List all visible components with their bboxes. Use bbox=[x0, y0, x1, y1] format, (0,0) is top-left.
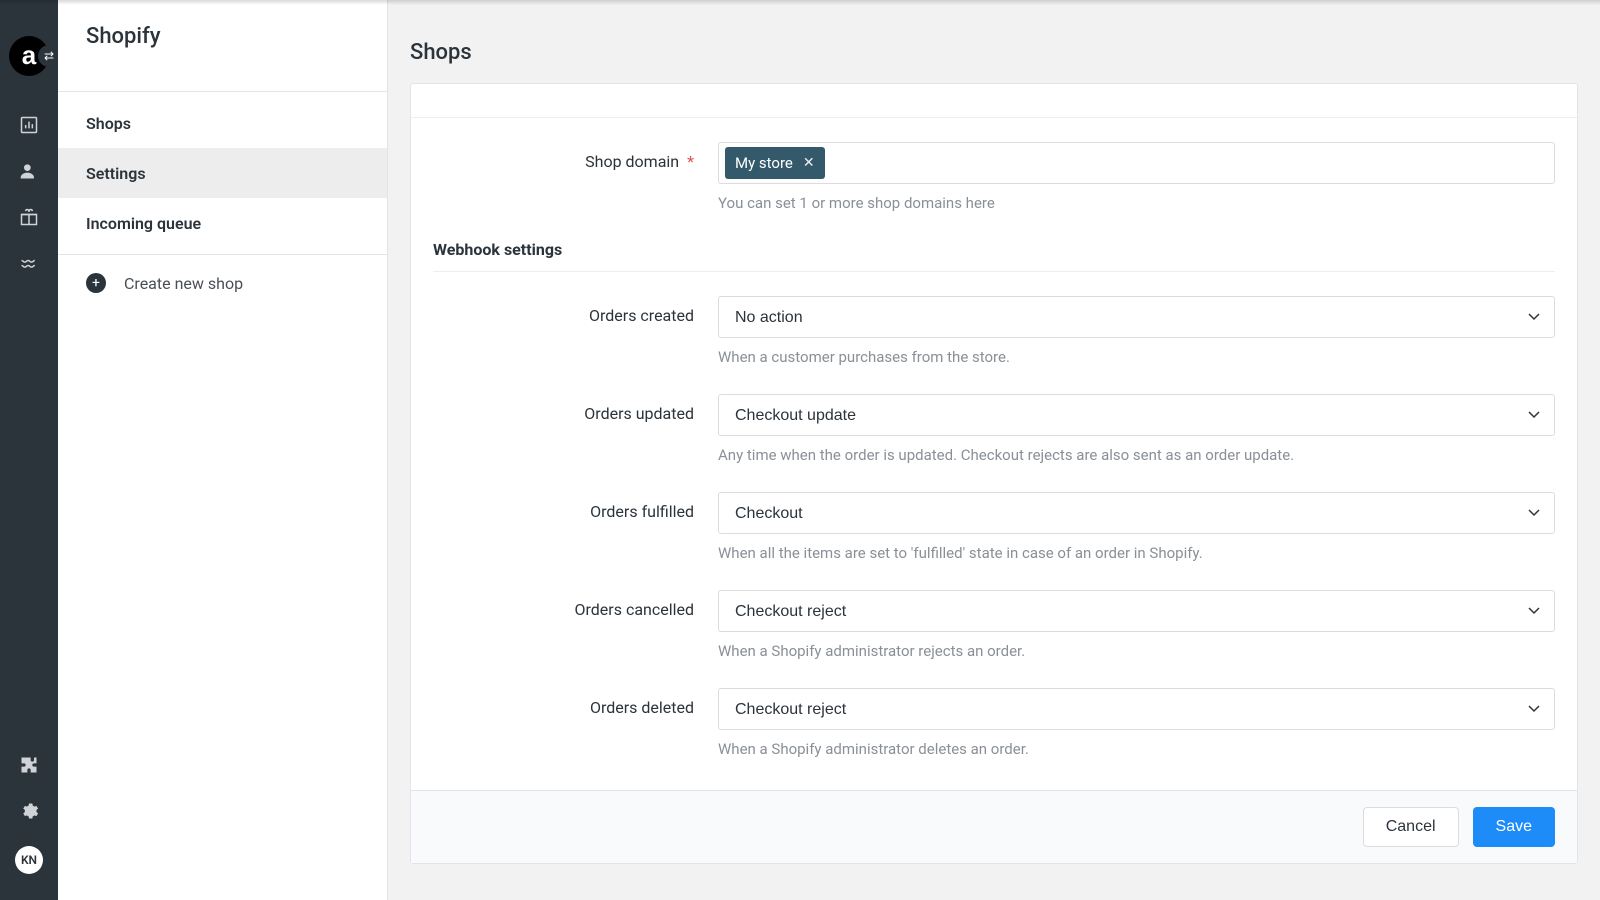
helper-orders-created: When a customer purchases from the store… bbox=[718, 348, 1555, 366]
rail-gear-icon[interactable] bbox=[0, 788, 58, 834]
save-button[interactable]: Save bbox=[1473, 807, 1555, 847]
sidebar-item-label: Incoming queue bbox=[86, 214, 201, 233]
page-title: Shops bbox=[388, 0, 1600, 83]
card-footer: Cancel Save bbox=[411, 790, 1577, 863]
avatar-initials: KN bbox=[15, 846, 43, 874]
rail-gift-icon[interactable] bbox=[0, 194, 58, 240]
sidebar-item-incoming-queue[interactable]: Incoming queue bbox=[58, 198, 387, 248]
app-logo[interactable]: a ⇄ bbox=[9, 36, 49, 76]
rail-waves-icon[interactable] bbox=[0, 240, 58, 286]
row-orders-cancelled: Orders cancelled Checkout reject When a … bbox=[433, 590, 1555, 660]
select-orders-fulfilled[interactable]: Checkout bbox=[718, 492, 1555, 534]
webhook-section-title: Webhook settings bbox=[433, 240, 1555, 259]
label-orders-created: Orders created bbox=[433, 296, 718, 325]
helper-orders-updated: Any time when the order is updated. Chec… bbox=[718, 446, 1555, 464]
plus-icon: + bbox=[86, 273, 106, 293]
row-orders-fulfilled: Orders fulfilled Checkout When all the i… bbox=[433, 492, 1555, 562]
select-orders-created[interactable]: No action bbox=[718, 296, 1555, 338]
helper-orders-fulfilled: When all the items are set to 'fulfilled… bbox=[718, 544, 1555, 562]
row-orders-created: Orders created No action When a customer… bbox=[433, 296, 1555, 366]
card-body: Shop domain * My store ✕ You can set 1 o… bbox=[411, 118, 1577, 790]
card-header-strip bbox=[411, 84, 1577, 118]
logo-glyph: a bbox=[22, 42, 36, 68]
helper-shop-domain: You can set 1 or more shop domains here bbox=[718, 194, 1555, 212]
select-orders-cancelled[interactable]: Checkout reject bbox=[718, 590, 1555, 632]
rail-avatar[interactable]: KN bbox=[0, 834, 58, 886]
select-orders-deleted[interactable]: Checkout reject bbox=[718, 688, 1555, 730]
row-orders-updated: Orders updated Checkout update Any time … bbox=[433, 394, 1555, 464]
rail-users-icon[interactable] bbox=[0, 148, 58, 194]
sidebar-item-shops[interactable]: Shops bbox=[58, 98, 387, 148]
helper-orders-deleted: When a Shopify administrator deletes an … bbox=[718, 740, 1555, 758]
select-orders-updated[interactable]: Checkout update bbox=[718, 394, 1555, 436]
helper-orders-cancelled: When a Shopify administrator rejects an … bbox=[718, 642, 1555, 660]
sidebar-item-settings[interactable]: Settings bbox=[58, 148, 387, 198]
sidebar-list: Shops Settings Incoming queue bbox=[58, 92, 387, 248]
section-divider bbox=[433, 271, 1555, 272]
rail-puzzle-icon[interactable] bbox=[0, 742, 58, 788]
rail-reports-icon[interactable] bbox=[0, 102, 58, 148]
shop-domain-input[interactable]: My store ✕ bbox=[718, 142, 1555, 184]
label-orders-deleted: Orders deleted bbox=[433, 688, 718, 717]
sidebar-title: Shopify bbox=[58, 0, 387, 92]
create-new-shop[interactable]: + Create new shop bbox=[58, 255, 387, 311]
main: Shops Shop domain * My store ✕ You ca bbox=[388, 0, 1600, 900]
swap-icon: ⇄ bbox=[38, 45, 60, 67]
sidebar-item-label: Shops bbox=[86, 114, 131, 133]
row-orders-deleted: Orders deleted Checkout reject When a Sh… bbox=[433, 688, 1555, 758]
tag-label: My store bbox=[735, 154, 793, 172]
label-orders-fulfilled: Orders fulfilled bbox=[433, 492, 718, 521]
close-icon[interactable]: ✕ bbox=[803, 155, 815, 171]
icon-rail: a ⇄ KN bbox=[0, 0, 58, 900]
sidebar-item-label: Settings bbox=[86, 164, 146, 183]
row-shop-domain: Shop domain * My store ✕ You can set 1 o… bbox=[433, 142, 1555, 212]
settings-card: Shop domain * My store ✕ You can set 1 o… bbox=[410, 83, 1578, 864]
shop-domain-tag[interactable]: My store ✕ bbox=[725, 147, 825, 179]
label-orders-cancelled: Orders cancelled bbox=[433, 590, 718, 619]
create-label: Create new shop bbox=[124, 274, 243, 293]
label-shop-domain: Shop domain * bbox=[433, 142, 718, 171]
required-asterisk: * bbox=[687, 152, 694, 171]
top-shadow bbox=[0, 0, 1600, 5]
label-text: Shop domain bbox=[585, 152, 679, 171]
label-orders-updated: Orders updated bbox=[433, 394, 718, 423]
cancel-button[interactable]: Cancel bbox=[1363, 807, 1459, 847]
sidebar: Shopify Shops Settings Incoming queue + … bbox=[58, 0, 388, 900]
